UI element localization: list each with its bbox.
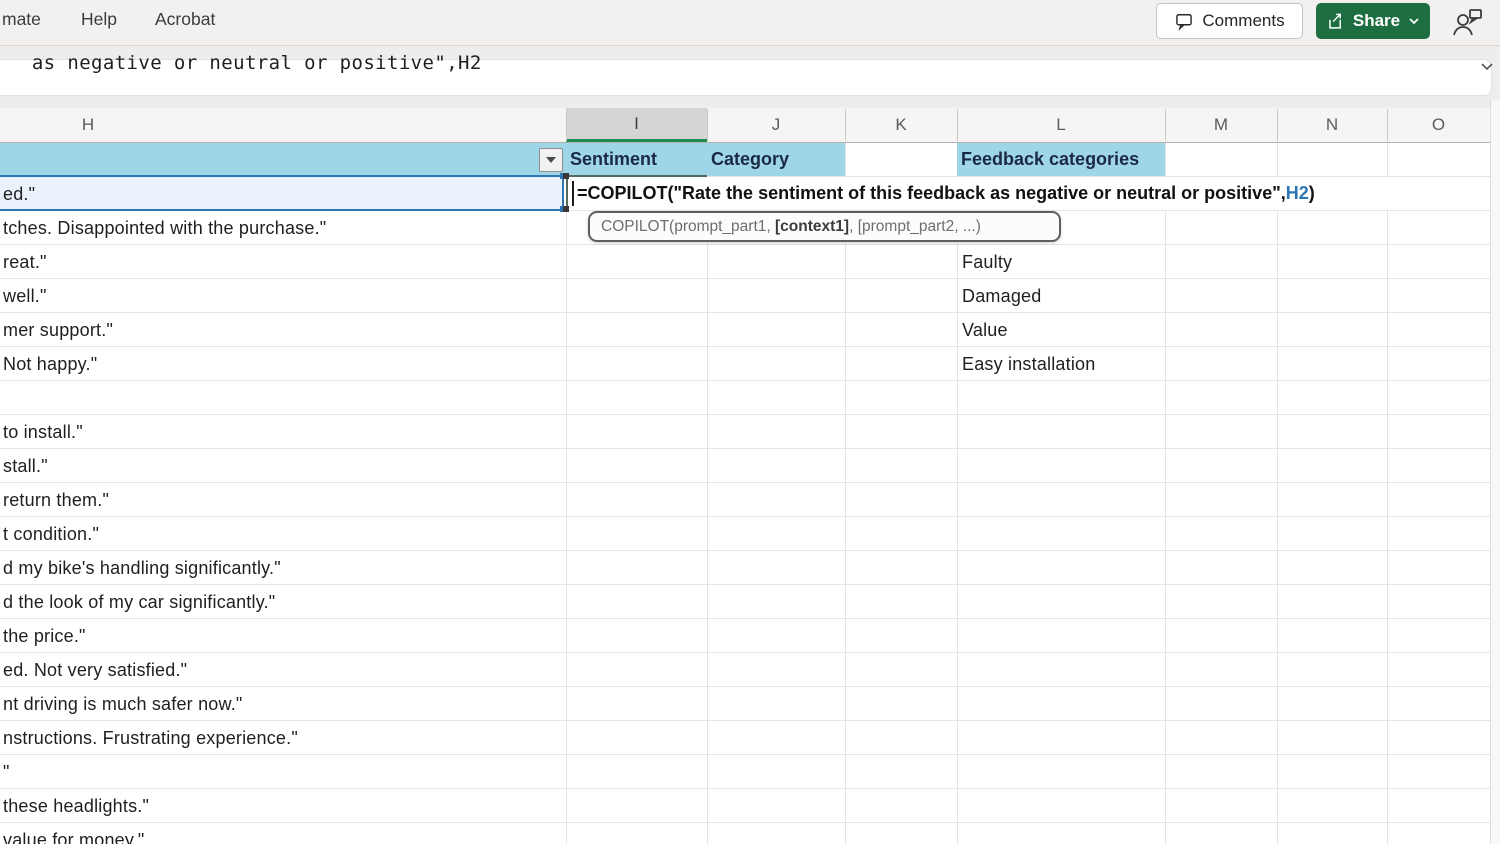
column-separator xyxy=(566,109,567,141)
tooltip-pre: COPILOT(prompt_part1, xyxy=(601,218,775,236)
column-separator xyxy=(1387,109,1388,141)
catch-up-people-icon[interactable] xyxy=(1449,6,1485,40)
autofilter-dropdown-button[interactable] xyxy=(539,148,563,172)
menu-item-help[interactable]: Help xyxy=(81,9,117,30)
column-header-O[interactable]: O xyxy=(1387,108,1490,142)
cell-H6[interactable]: mer support." xyxy=(0,313,566,347)
cell-H19[interactable]: " xyxy=(0,755,566,789)
cell-L6[interactable]: Value xyxy=(957,313,1165,347)
tooltip-active-arg: [context1] xyxy=(775,218,849,236)
cell-H17[interactable]: nt driving is much safer now." xyxy=(0,687,566,721)
column-separator xyxy=(1277,109,1278,141)
cell-I2-formula[interactable]: =COPILOT("Rate the sentiment of this fee… xyxy=(577,177,1315,210)
column-header-M[interactable]: M xyxy=(1165,108,1277,142)
formula-bar-text: as negative or neutral or positive",H2 xyxy=(20,46,482,81)
header-sentiment: Sentiment xyxy=(566,143,707,176)
cell-H21[interactable]: value for money." xyxy=(0,823,566,844)
cell-H7[interactable]: Not happy." xyxy=(0,347,566,381)
header-category: Category xyxy=(707,143,845,176)
cell-H5[interactable]: well." xyxy=(0,279,566,313)
formula-cell-reference: H2 xyxy=(1286,183,1309,203)
cell-H10[interactable]: stall." xyxy=(0,449,566,483)
gridline-v xyxy=(1277,143,1278,844)
header-feedback-categories: Feedback categories xyxy=(957,143,1165,176)
comment-icon xyxy=(1174,11,1194,31)
vertical-scrollbar[interactable] xyxy=(1490,100,1500,844)
cell-H13[interactable]: d my bike's handling significantly." xyxy=(0,551,566,585)
filter-triangle-icon xyxy=(546,157,556,163)
cell-L1[interactable]: Feedback categories xyxy=(957,143,1165,176)
chevron-down-icon xyxy=(1408,15,1420,27)
column-header-I[interactable]: I xyxy=(566,108,707,142)
comments-button[interactable]: Comments xyxy=(1156,3,1303,39)
tooltip-post: , [prompt_part2, ...) xyxy=(849,218,981,236)
gridline-v xyxy=(1387,143,1388,844)
cell-L4[interactable]: Faulty xyxy=(957,245,1165,279)
ribbon-tab-bar: mate Help Acrobat Comments Share xyxy=(0,0,1500,46)
cell-H9[interactable]: to install." xyxy=(0,415,566,449)
cell-H15[interactable]: the price." xyxy=(0,619,566,653)
edit-cell-handle xyxy=(563,173,569,179)
share-label: Share xyxy=(1353,11,1400,31)
cell-L7[interactable]: Easy installation xyxy=(957,347,1165,381)
gridline-v xyxy=(845,143,846,844)
formula-bar-expand-icon[interactable] xyxy=(1478,57,1500,79)
cell-H4[interactable]: reat." xyxy=(0,245,566,279)
menu-item-acrobat[interactable]: Acrobat xyxy=(155,9,215,30)
cell-H16[interactable]: ed. Not very satisfied." xyxy=(0,653,566,687)
column-header-H[interactable]: H xyxy=(0,108,176,142)
column-separator xyxy=(845,109,846,141)
column-header-J[interactable]: J xyxy=(707,108,845,142)
share-icon xyxy=(1326,12,1345,31)
cell-H18[interactable]: nstructions. Frustrating experience." xyxy=(0,721,566,755)
cell-J1[interactable]: Category xyxy=(707,143,845,176)
column-separator xyxy=(957,109,958,141)
cell-H2[interactable]: ed." xyxy=(0,177,566,211)
edit-cell-handle xyxy=(563,206,569,212)
gridline-v xyxy=(1165,143,1166,844)
column-separator xyxy=(707,109,708,141)
cell-L5[interactable]: Damaged xyxy=(957,279,1165,313)
share-button[interactable]: Share xyxy=(1316,3,1430,39)
cell-H14[interactable]: d the look of my car significantly." xyxy=(0,585,566,619)
cell-I1[interactable]: Sentiment xyxy=(566,143,707,176)
cell-H3[interactable]: tches. Disappointed with the purchase." xyxy=(0,211,566,245)
cell-H20[interactable]: these headlights." xyxy=(0,789,566,823)
column-header-N[interactable]: N xyxy=(1277,108,1387,142)
formula-close-paren: ) xyxy=(1309,183,1315,203)
text-caret xyxy=(572,181,574,206)
column-separator xyxy=(1165,109,1166,141)
formula-string: "Rate the sentiment of this feedback as … xyxy=(674,183,1286,203)
comments-label: Comments xyxy=(1202,11,1284,31)
formula-function: =COPILOT( xyxy=(577,183,674,203)
cell-H1[interactable] xyxy=(0,143,566,176)
column-header-K[interactable]: K xyxy=(845,108,957,142)
gridline-v xyxy=(566,143,567,844)
function-signature-tooltip: COPILOT(prompt_part1, [context1], [promp… xyxy=(588,211,1061,242)
menu-item-automate[interactable]: mate xyxy=(2,9,41,30)
gridline-v xyxy=(707,143,708,844)
cell-H12[interactable]: t condition." xyxy=(0,517,566,551)
column-header-L[interactable]: L xyxy=(957,108,1165,142)
excel-window: mate Help Acrobat Comments Share xyxy=(0,0,1500,844)
cell-H11[interactable]: return them." xyxy=(0,483,566,517)
formula-bar-region: as negative or neutral or positive",H2 xyxy=(0,46,1500,108)
